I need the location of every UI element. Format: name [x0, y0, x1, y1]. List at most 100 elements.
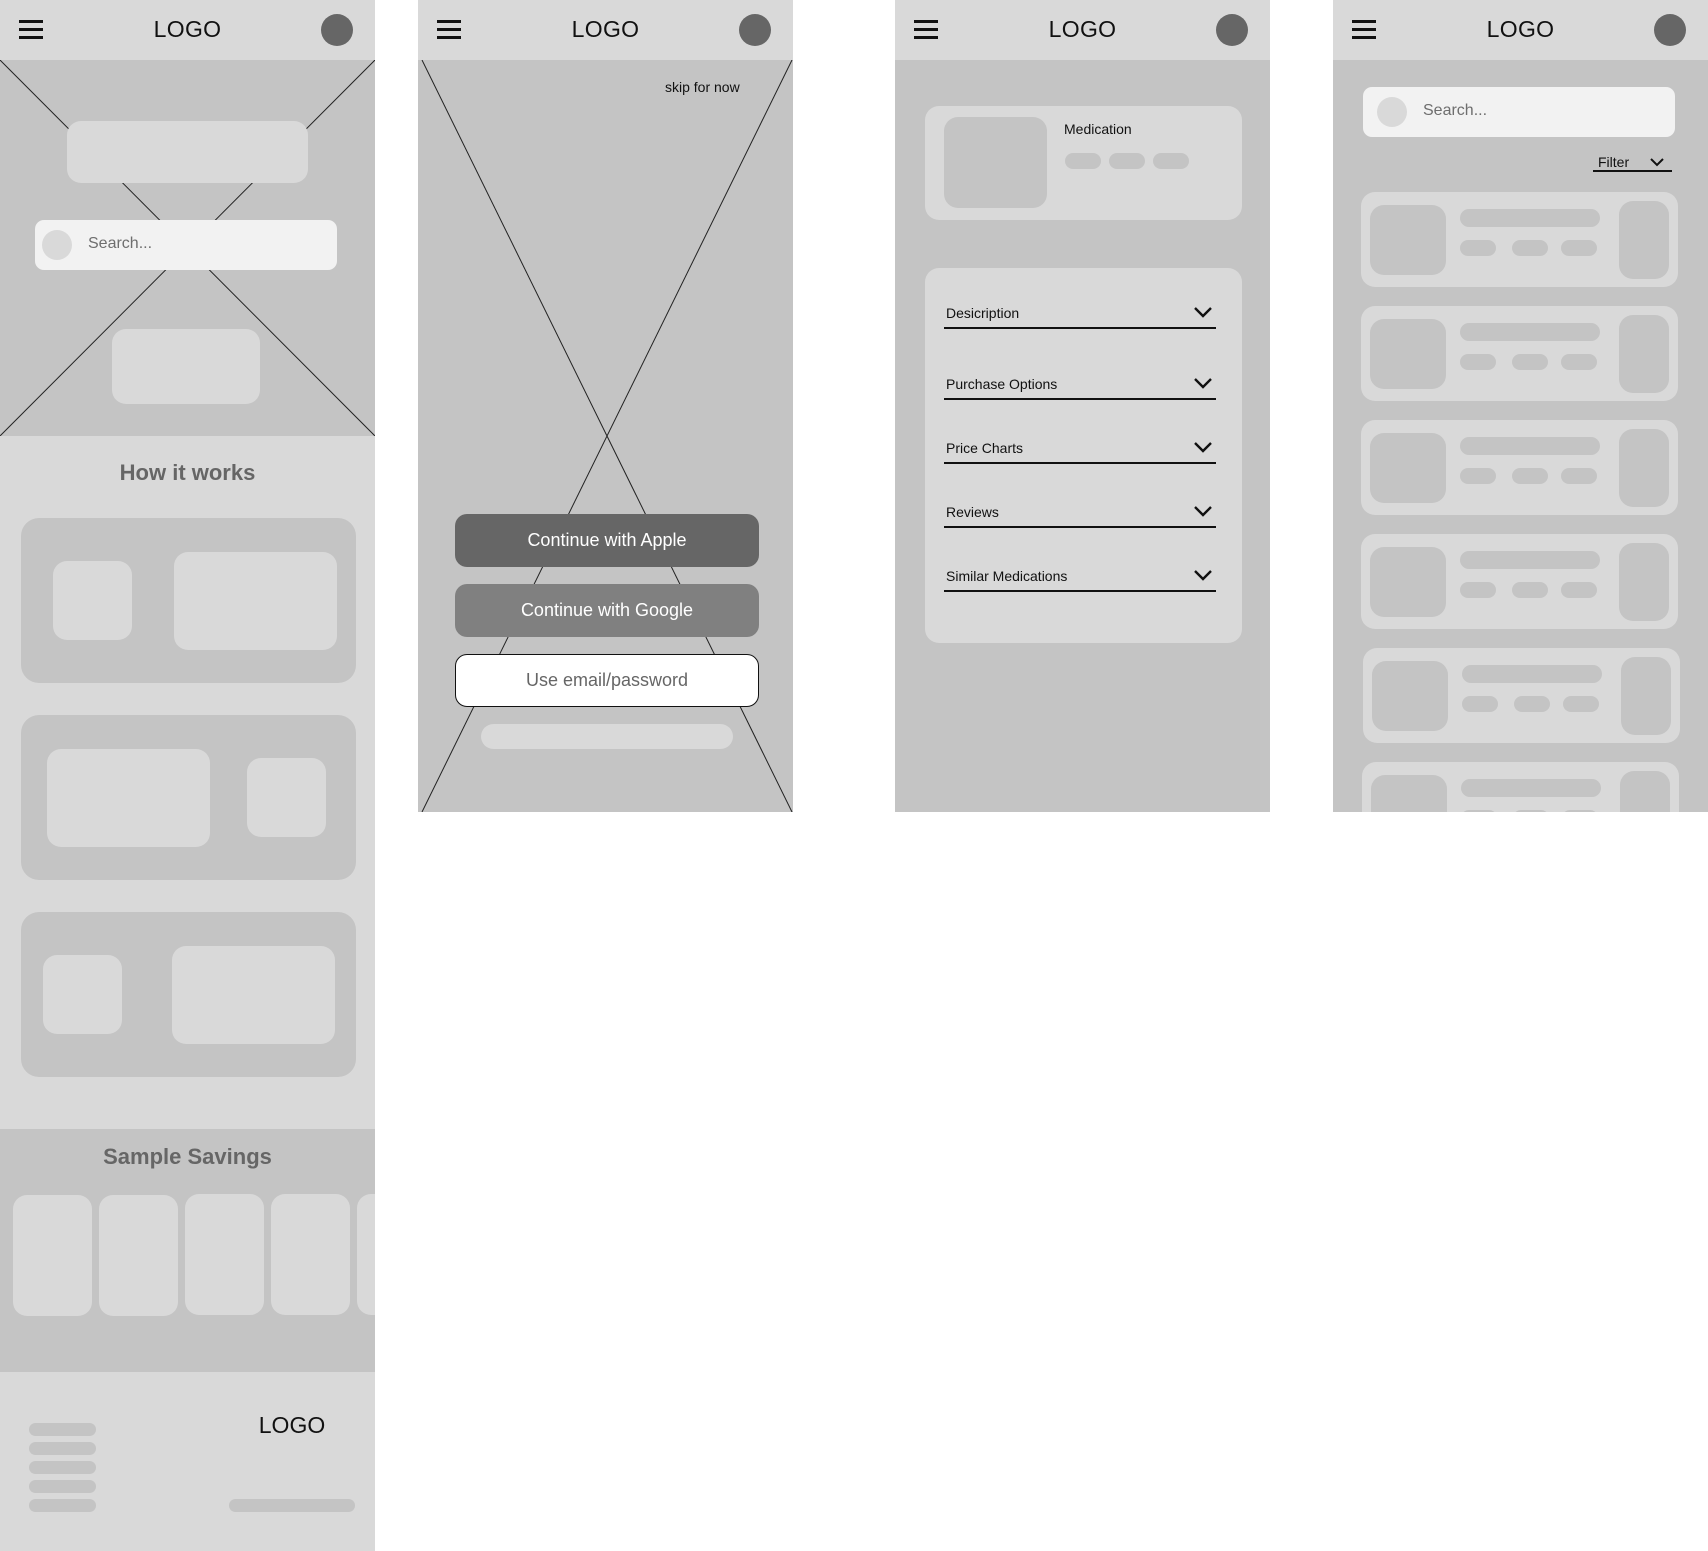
result-card[interactable] [1361, 192, 1678, 287]
medication-card: Medication [925, 106, 1242, 220]
continue-with-google-button[interactable]: Continue with Google [455, 584, 759, 637]
header-logo: LOGO [1486, 16, 1555, 42]
accordion-purchase-options[interactable]: Purchase Options [944, 374, 1216, 400]
avatar[interactable] [1216, 14, 1248, 46]
result-card[interactable] [1361, 420, 1678, 515]
footer-link[interactable] [29, 1499, 96, 1512]
result-image-placeholder [1372, 661, 1448, 731]
result-title-placeholder [1460, 323, 1600, 341]
terms-placeholder [481, 724, 733, 749]
footer: LOGO [0, 1372, 375, 1551]
accordion-similar-medications[interactable]: Similar Medications [944, 566, 1216, 592]
savings-tile[interactable] [271, 1194, 350, 1315]
result-price-placeholder [1619, 543, 1669, 621]
avatar[interactable] [1654, 14, 1686, 46]
result-card[interactable] [1363, 648, 1680, 743]
header-logo: LOGO [153, 16, 222, 42]
hero-cta-placeholder[interactable] [112, 329, 260, 404]
result-card[interactable] [1361, 306, 1678, 401]
result-price-placeholder [1619, 315, 1669, 393]
result-tag [1460, 240, 1496, 256]
savings-tile[interactable] [13, 1195, 92, 1316]
chevron-down-icon [1194, 378, 1212, 389]
result-tag [1461, 810, 1497, 812]
footer-link[interactable] [29, 1461, 96, 1474]
header-logo: LOGO [1048, 16, 1117, 42]
result-image-placeholder [1370, 433, 1446, 503]
step-icon-placeholder [247, 758, 326, 837]
result-tag [1562, 810, 1598, 812]
savings-tile[interactable] [185, 1194, 264, 1315]
result-title-placeholder [1461, 779, 1601, 797]
footer-link[interactable] [29, 1480, 96, 1493]
step-card-1 [21, 518, 356, 683]
result-card[interactable] [1362, 762, 1679, 812]
use-email-password-button[interactable]: Use email/password [455, 654, 759, 707]
result-tag [1561, 354, 1597, 370]
accordion-price-charts[interactable]: Price Charts [944, 438, 1216, 464]
step-card-3 [21, 912, 356, 1077]
step-text-placeholder [172, 946, 335, 1044]
result-tag [1561, 240, 1597, 256]
results-list [1333, 60, 1708, 812]
how-it-works-title: How it works [119, 460, 256, 485]
avatar[interactable] [739, 14, 771, 46]
result-image-placeholder [1371, 775, 1447, 812]
accordion-label: Price Charts [946, 440, 1024, 456]
accordion-description[interactable]: Desicription [944, 303, 1216, 329]
result-tag [1513, 810, 1549, 812]
home-header: LOGO [0, 0, 375, 60]
step-text-placeholder [47, 749, 210, 847]
result-tag [1460, 582, 1496, 598]
continue-with-apple-button[interactable]: Continue with Apple [455, 514, 759, 567]
result-tag [1563, 696, 1599, 712]
accordion-label: Reviews [946, 504, 999, 520]
step-icon-placeholder [43, 955, 122, 1034]
result-tag [1512, 354, 1548, 370]
footer-link[interactable] [29, 1442, 96, 1455]
result-card[interactable] [1361, 534, 1678, 629]
result-tag [1460, 354, 1496, 370]
footer-logo: LOGO [258, 1412, 326, 1438]
result-price-placeholder [1619, 201, 1669, 279]
result-tag [1512, 240, 1548, 256]
result-tag [1462, 696, 1498, 712]
medication-image-placeholder [944, 117, 1047, 208]
step-card-2 [21, 715, 356, 880]
footer-link[interactable] [29, 1423, 96, 1436]
result-price-placeholder [1619, 429, 1669, 507]
savings-tile[interactable] [99, 1195, 178, 1316]
skip-for-now-link[interactable]: skip for now [665, 79, 740, 95]
avatar[interactable] [321, 14, 353, 46]
result-tag [1512, 582, 1548, 598]
medication-header: LOGO [895, 0, 1270, 60]
savings-tile[interactable] [357, 1194, 375, 1315]
result-tag [1512, 468, 1548, 484]
chevron-down-icon [1194, 442, 1212, 453]
medication-tag [1109, 153, 1145, 169]
sample-savings-title: Sample Savings [103, 1144, 272, 1169]
result-title-placeholder [1462, 665, 1602, 683]
accordion-reviews[interactable]: Reviews [944, 502, 1216, 528]
hero-banner: Search... [0, 60, 375, 436]
result-tag [1561, 468, 1597, 484]
result-title-placeholder [1460, 209, 1600, 227]
step-icon-placeholder [53, 561, 132, 640]
result-image-placeholder [1370, 547, 1446, 617]
hero-search-input[interactable]: Search... [35, 220, 337, 270]
chevron-down-icon [1194, 570, 1212, 581]
accordion-label: Desicription [946, 305, 1020, 321]
result-price-placeholder [1621, 657, 1671, 735]
header-logo: LOGO [571, 16, 640, 42]
search-icon [42, 230, 72, 260]
result-tag [1514, 696, 1550, 712]
result-title-placeholder [1460, 551, 1600, 569]
chevron-down-icon [1194, 506, 1212, 517]
accordion-label: Purchase Options [946, 376, 1058, 392]
search-header: LOGO [1333, 0, 1708, 60]
accordion-label: Similar Medications [946, 568, 1068, 584]
result-title-placeholder [1460, 437, 1600, 455]
home-screen: LOGO Search... How it works Sample Savin… [0, 0, 375, 1551]
medication-tag [1065, 153, 1101, 169]
step-text-placeholder [174, 552, 337, 650]
